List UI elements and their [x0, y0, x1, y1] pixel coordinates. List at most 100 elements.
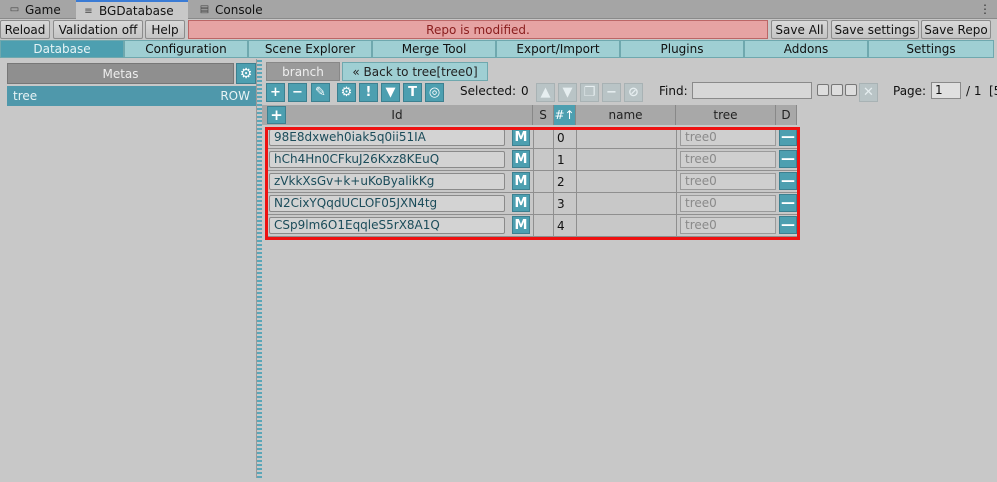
window-tab-bgdatabase[interactable]: ≡ BGDatabase [76, 0, 188, 20]
window-tab-label: Game [25, 2, 61, 17]
find-option-checkbox[interactable] [817, 84, 829, 96]
main-nav: Database Configuration Scene Explorer Me… [0, 40, 997, 59]
minus-icon[interactable]: − [602, 83, 621, 102]
delete-row-button[interactable]: — [779, 194, 797, 212]
row-s-cell [533, 149, 554, 171]
find-input[interactable] [692, 82, 812, 99]
help-button[interactable]: Help [145, 20, 185, 39]
meta-item-kind: ROW [220, 89, 250, 103]
find-option-checkbox[interactable] [845, 84, 857, 96]
minus-icon[interactable]: − [288, 83, 307, 102]
row-s-cell [533, 215, 554, 237]
row-id-field[interactable]: CSp9lm6O1EqqleS5rX8A1Q [269, 217, 505, 234]
find-option-checkbox[interactable] [831, 84, 843, 96]
meta-m-button[interactable]: M [512, 194, 530, 212]
row-name-cell[interactable] [577, 193, 677, 215]
column-id[interactable]: Id [262, 105, 533, 125]
gear-icon[interactable]: ⚙ [337, 83, 356, 102]
row-tree-field[interactable]: tree0 [680, 151, 776, 168]
column-delete[interactable]: D [776, 105, 797, 125]
gamepad-icon: ▭ [9, 4, 20, 15]
row-tree-field[interactable]: tree0 [680, 129, 776, 146]
table-row: N2CixYQqdUCLOF05JXN4tg M 3 tree0 — [267, 193, 797, 215]
column-s[interactable]: S [533, 105, 554, 125]
arrow-up-icon[interactable]: ▲ [536, 83, 555, 102]
repo-modified-banner: Repo is modified. [188, 20, 768, 39]
meta-item-tree[interactable]: tree ROW [7, 86, 256, 106]
reload-button[interactable]: Reload [0, 20, 50, 39]
column-number-sort[interactable]: #↑ [554, 105, 576, 125]
rows-panel: branch « Back to tree[tree0] + − ✎ ⚙ ! ▼… [262, 59, 997, 482]
table-row: hCh4Hn0CFkuJ26Kxz8KEuQ M 1 tree0 — [267, 149, 797, 171]
row-tree-field[interactable]: tree0 [680, 173, 776, 190]
add-icon[interactable]: + [266, 83, 285, 102]
window-tab-strip: ▭ Game ≡ BGDatabase ▤ Console ⋮ [0, 0, 997, 20]
window-tab-game[interactable]: ▭ Game [2, 0, 67, 19]
hammer-icon[interactable]: T [403, 83, 422, 102]
tab-plugins[interactable]: Plugins [620, 40, 744, 58]
delete-row-button[interactable]: — [779, 216, 797, 234]
row-number: 4 [557, 215, 577, 237]
console-icon: ▤ [199, 4, 210, 15]
toolbar: Reload Validation off Help Repo is modif… [0, 20, 997, 40]
edit-check-icon[interactable]: ✎ [311, 83, 330, 102]
row-id-field[interactable]: N2CixYQqdUCLOF05JXN4tg [269, 195, 505, 212]
meta-item-name: tree [13, 89, 38, 103]
meta-m-button[interactable]: M [512, 216, 530, 234]
row-number: 2 [557, 171, 577, 193]
window-tab-label: BGDatabase [99, 4, 174, 18]
close-icon[interactable]: ✕ [859, 83, 878, 102]
column-tree[interactable]: tree [676, 105, 776, 125]
filter-icon[interactable]: ▼ [381, 83, 400, 102]
tab-configuration[interactable]: Configuration [124, 40, 248, 58]
meta-m-button[interactable]: M [512, 128, 530, 146]
tab-export-import[interactable]: Export/Import [496, 40, 620, 58]
tab-scene-explorer[interactable]: Scene Explorer [248, 40, 372, 58]
selected-label: Selected: [460, 84, 517, 98]
column-name[interactable]: name [576, 105, 676, 125]
meta-m-button[interactable]: M [512, 172, 530, 190]
window-tab-label: Console [215, 2, 263, 17]
arrow-down-icon[interactable]: ▼ [558, 83, 577, 102]
row-number: 3 [557, 193, 577, 215]
row-name-cell[interactable] [577, 171, 677, 193]
page-input[interactable]: 1 [931, 82, 961, 99]
row-id-field[interactable]: hCh4Hn0CFkuJ26Kxz8KEuQ [269, 151, 505, 168]
row-s-cell [533, 171, 554, 193]
add-row-icon[interactable]: + [267, 106, 286, 124]
tab-merge-tool[interactable]: Merge Tool [372, 40, 496, 58]
meta-m-button[interactable]: M [512, 150, 530, 168]
row-id-field[interactable]: 98E8dxweh0iak5q0ii51IA [269, 129, 505, 146]
page-size: [5 [989, 84, 997, 98]
delete-row-button[interactable]: — [779, 150, 797, 168]
kebab-menu-icon[interactable]: ⋮ [979, 2, 991, 16]
save-settings-button[interactable]: Save settings [831, 20, 919, 39]
row-id-field[interactable]: zVkkXsGv+k+uKoByalikKg [269, 173, 505, 190]
table-row: 98E8dxweh0iak5q0ii51IA M 0 tree0 — [267, 127, 797, 149]
selected-count: 0 [521, 84, 529, 98]
back-to-tree-link[interactable]: « Back to tree[tree0] [342, 62, 488, 81]
window-tab-console[interactable]: ▤ Console [192, 0, 269, 19]
validation-toggle-button[interactable]: Validation off [53, 20, 143, 39]
tab-settings[interactable]: Settings [868, 40, 994, 58]
table-row: zVkkXsGv+k+uKoByalikKg M 2 tree0 — [267, 171, 797, 193]
tab-addons[interactable]: Addons [744, 40, 868, 58]
delete-row-button[interactable]: — [779, 128, 797, 146]
tab-database[interactable]: Database [0, 40, 124, 58]
row-s-cell [533, 193, 554, 215]
row-name-cell[interactable] [577, 127, 677, 149]
target-icon[interactable]: ◎ [425, 83, 444, 102]
cancel-icon[interactable]: ⊘ [624, 83, 643, 102]
save-repo-button[interactable]: Save Repo [921, 20, 991, 39]
delete-row-button[interactable]: — [779, 172, 797, 190]
row-tree-field[interactable]: tree0 [680, 217, 776, 234]
database-icon: ≡ [84, 5, 93, 17]
row-tree-field[interactable]: tree0 [680, 195, 776, 212]
branch-tab[interactable]: branch [266, 62, 340, 81]
gear-icon[interactable]: ⚙ [236, 63, 256, 84]
row-name-cell[interactable] [577, 215, 677, 237]
copy-icon[interactable]: ❐ [580, 83, 599, 102]
save-all-button[interactable]: Save All [771, 20, 828, 39]
row-name-cell[interactable] [577, 149, 677, 171]
warning-icon[interactable]: ! [359, 83, 378, 102]
